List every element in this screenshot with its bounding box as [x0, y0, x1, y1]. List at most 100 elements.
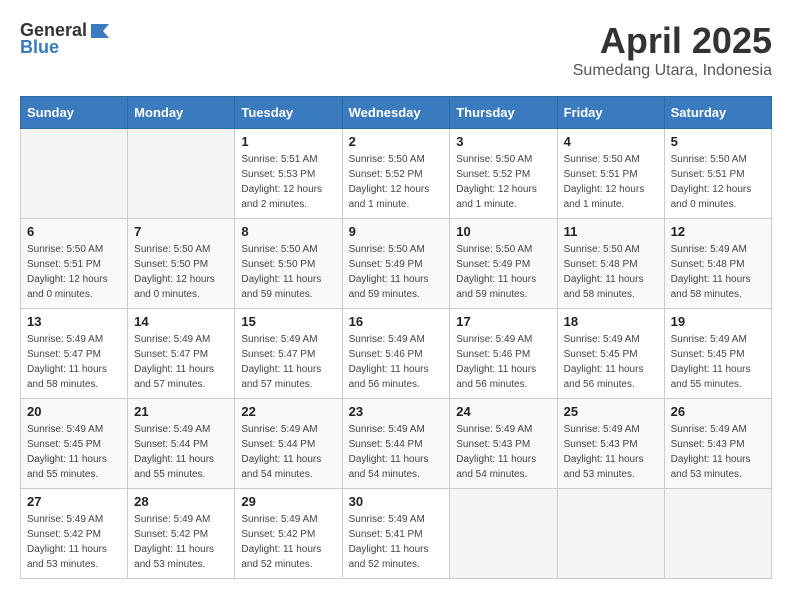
day-sun-info: Sunrise: 5:49 AM Sunset: 5:42 PM Dayligh… [241, 512, 335, 572]
weekday-header-row: Sunday Monday Tuesday Wednesday Thursday… [21, 97, 772, 129]
week-row-3: 13 Sunrise: 5:49 AM Sunset: 5:47 PM Dayli… [21, 309, 772, 399]
day-number: 14 [134, 314, 228, 329]
table-row: 14 Sunrise: 5:49 AM Sunset: 5:47 PM Dayli… [128, 309, 235, 399]
table-row: 28Sunrise: 5:49 AM Sunset: 5:42 PM Dayli… [128, 489, 235, 579]
header-saturday: Saturday [664, 97, 771, 129]
day-number: 6 [27, 224, 121, 239]
day-number: 22 [241, 404, 335, 419]
day-sun-info: Sunrise: 5:50 AM Sunset: 5:52 PM Dayligh… [456, 152, 550, 212]
table-row: 7Sunrise: 5:50 AM Sunset: 5:50 PM Daylig… [128, 219, 235, 309]
table-row: 5 Sunrise: 5:50 AM Sunset: 5:51 PM Daylig… [664, 129, 771, 219]
table-row: 11 Sunrise: 5:50 AM Sunset: 5:48 PM Dayli… [557, 219, 664, 309]
table-row: 24 Sunrise: 5:49 AM Sunset: 5:43 PM Dayli… [450, 399, 557, 489]
day-number: 9 [349, 224, 444, 239]
table-row: 19Sunrise: 5:49 AM Sunset: 5:45 PM Dayli… [664, 309, 771, 399]
day-number: 1 [241, 134, 335, 149]
day-sun-info: Sunrise: 5:49 AM Sunset: 5:42 PM Dayligh… [134, 512, 228, 572]
logo-flag-icon [89, 22, 111, 40]
day-number: 8 [241, 224, 335, 239]
table-row: 4 Sunrise: 5:50 AM Sunset: 5:51 PM Daylig… [557, 129, 664, 219]
location-subtitle: Sumedang Utara, Indonesia [573, 62, 772, 80]
week-row-4: 20 Sunrise: 5:49 AM Sunset: 5:45 PM Dayli… [21, 399, 772, 489]
table-row [21, 129, 128, 219]
day-number: 3 [456, 134, 550, 149]
day-sun-info: Sunrise: 5:49 AM Sunset: 5:42 PM Dayligh… [27, 512, 121, 572]
day-sun-info: Sunrise: 5:50 AM Sunset: 5:51 PM Dayligh… [564, 152, 658, 212]
table-row: 2 Sunrise: 5:50 AM Sunset: 5:52 PM Daylig… [342, 129, 450, 219]
week-row-2: 6 Sunrise: 5:50 AM Sunset: 5:51 PM Daylig… [21, 219, 772, 309]
table-row: 10 Sunrise: 5:50 AM Sunset: 5:49 PM Dayli… [450, 219, 557, 309]
header-tuesday: Tuesday [235, 97, 342, 129]
table-row: 21 Sunrise: 5:49 AM Sunset: 5:44 PM Dayli… [128, 399, 235, 489]
logo-blue: Blue [20, 37, 59, 58]
day-number: 18 [564, 314, 658, 329]
table-row: 1 Sunrise: 5:51 AM Sunset: 5:53 PM Daylig… [235, 129, 342, 219]
logo: General Blue [20, 20, 111, 58]
title-area: April 2025 Sumedang Utara, Indonesia [573, 20, 772, 80]
day-number: 5 [671, 134, 765, 149]
day-sun-info: Sunrise: 5:50 AM Sunset: 5:51 PM Dayligh… [671, 152, 765, 212]
table-row: 13Sunrise: 5:49 AM Sunset: 5:47 PM Dayli… [21, 309, 128, 399]
table-row [128, 129, 235, 219]
calendar-table: Sunday Monday Tuesday Wednesday Thursday… [20, 96, 772, 579]
day-sun-info: Sunrise: 5:49 AM Sunset: 5:48 PM Dayligh… [671, 242, 765, 302]
table-row: 12 Sunrise: 5:49 AM Sunset: 5:48 PM Dayli… [664, 219, 771, 309]
day-sun-info: Sunrise: 5:49 AM Sunset: 5:46 PM Dayligh… [456, 332, 550, 392]
day-number: 30 [349, 494, 444, 509]
day-number: 11 [564, 224, 658, 239]
page-header: General Blue April 2025 Sumedang Utara, … [20, 20, 772, 80]
day-sun-info: Sunrise: 5:50 AM Sunset: 5:51 PM Dayligh… [27, 242, 121, 302]
table-row [450, 489, 557, 579]
day-sun-info: Sunrise: 5:49 AM Sunset: 5:44 PM Dayligh… [134, 422, 228, 482]
day-sun-info: Sunrise: 5:49 AM Sunset: 5:45 PM Dayligh… [27, 422, 121, 482]
day-number: 27 [27, 494, 121, 509]
day-number: 24 [456, 404, 550, 419]
day-number: 12 [671, 224, 765, 239]
day-number: 26 [671, 404, 765, 419]
day-number: 16 [349, 314, 444, 329]
day-sun-info: Sunrise: 5:49 AM Sunset: 5:47 PM Dayligh… [134, 332, 228, 392]
day-number: 10 [456, 224, 550, 239]
day-number: 17 [456, 314, 550, 329]
day-sun-info: Sunrise: 5:49 AM Sunset: 5:45 PM Dayligh… [564, 332, 658, 392]
week-row-1: 1 Sunrise: 5:51 AM Sunset: 5:53 PM Daylig… [21, 129, 772, 219]
table-row: 9 Sunrise: 5:50 AM Sunset: 5:49 PM Daylig… [342, 219, 450, 309]
day-sun-info: Sunrise: 5:50 AM Sunset: 5:49 PM Dayligh… [349, 242, 444, 302]
day-sun-info: Sunrise: 5:50 AM Sunset: 5:52 PM Dayligh… [349, 152, 444, 212]
header-thursday: Thursday [450, 97, 557, 129]
day-number: 13 [27, 314, 121, 329]
day-sun-info: Sunrise: 5:49 AM Sunset: 5:44 PM Dayligh… [241, 422, 335, 482]
table-row [557, 489, 664, 579]
day-number: 2 [349, 134, 444, 149]
header-monday: Monday [128, 97, 235, 129]
day-number: 15 [241, 314, 335, 329]
day-sun-info: Sunrise: 5:49 AM Sunset: 5:46 PM Dayligh… [349, 332, 444, 392]
table-row: 8 Sunrise: 5:50 AM Sunset: 5:50 PM Daylig… [235, 219, 342, 309]
day-number: 7 [134, 224, 228, 239]
header-wednesday: Wednesday [342, 97, 450, 129]
table-row: 15 Sunrise: 5:49 AM Sunset: 5:47 PM Dayli… [235, 309, 342, 399]
day-sun-info: Sunrise: 5:49 AM Sunset: 5:41 PM Dayligh… [349, 512, 444, 572]
table-row: 17 Sunrise: 5:49 AM Sunset: 5:46 PM Dayli… [450, 309, 557, 399]
day-sun-info: Sunrise: 5:50 AM Sunset: 5:49 PM Dayligh… [456, 242, 550, 302]
table-row: 29Sunrise: 5:49 AM Sunset: 5:42 PM Dayli… [235, 489, 342, 579]
day-number: 23 [349, 404, 444, 419]
table-row: 20 Sunrise: 5:49 AM Sunset: 5:45 PM Dayli… [21, 399, 128, 489]
day-sun-info: Sunrise: 5:50 AM Sunset: 5:50 PM Dayligh… [241, 242, 335, 302]
day-sun-info: Sunrise: 5:50 AM Sunset: 5:48 PM Dayligh… [564, 242, 658, 302]
day-sun-info: Sunrise: 5:49 AM Sunset: 5:47 PM Dayligh… [241, 332, 335, 392]
table-row: 3 Sunrise: 5:50 AM Sunset: 5:52 PM Daylig… [450, 129, 557, 219]
day-number: 19 [671, 314, 765, 329]
table-row [664, 489, 771, 579]
day-number: 20 [27, 404, 121, 419]
table-row: 16 Sunrise: 5:49 AM Sunset: 5:46 PM Dayli… [342, 309, 450, 399]
day-sun-info: Sunrise: 5:49 AM Sunset: 5:44 PM Dayligh… [349, 422, 444, 482]
day-sun-info: Sunrise: 5:49 AM Sunset: 5:43 PM Dayligh… [456, 422, 550, 482]
day-number: 21 [134, 404, 228, 419]
day-number: 4 [564, 134, 658, 149]
day-sun-info: Sunrise: 5:49 AM Sunset: 5:43 PM Dayligh… [564, 422, 658, 482]
table-row: 26Sunrise: 5:49 AM Sunset: 5:43 PM Dayli… [664, 399, 771, 489]
table-row: 30 Sunrise: 5:49 AM Sunset: 5:41 PM Dayli… [342, 489, 450, 579]
month-title: April 2025 [573, 20, 772, 62]
day-sun-info: Sunrise: 5:51 AM Sunset: 5:53 PM Dayligh… [241, 152, 335, 212]
